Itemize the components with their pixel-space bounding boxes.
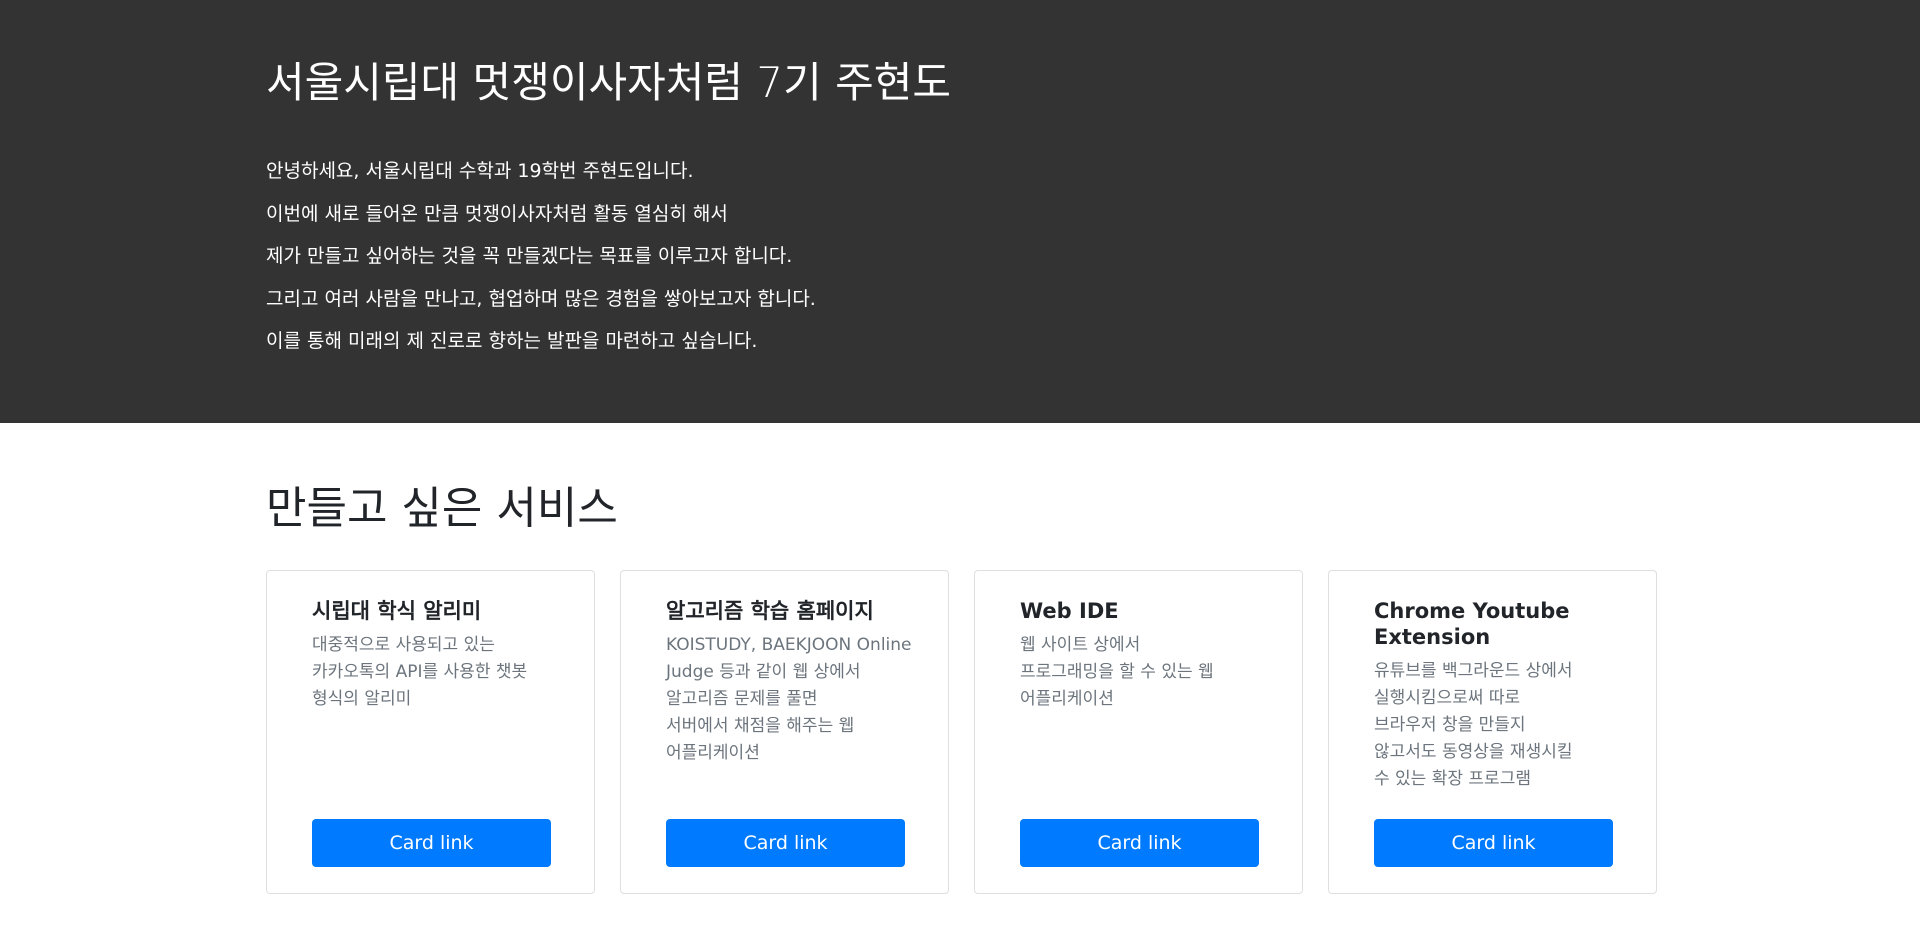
card-text-line: 어플리케이션	[666, 743, 760, 763]
service-card-algorithm: 알고리즘 학습 홈페이지 KOISTUDY, BAEKJOON Online J…	[620, 570, 949, 894]
hero-intro-line: 그리고 여러 사람을 만나고, 협업하며 많은 경험을 쌓아보고자 합니다.	[266, 287, 816, 310]
hero-intro-line: 이를 통해 미래의 제 진로로 향하는 발판을 마련하고 싶습니다.	[266, 330, 758, 352]
card-text-line: 수 있는 확장 프로그램	[1374, 769, 1531, 789]
service-card-list: 시립대 학식 알리미 대중적으로 사용되고 있는 카카오톡의 API를 사용한 …	[266, 570, 1657, 894]
card-title: Chrome Youtube Extension	[1374, 599, 1570, 649]
card-text-line: 웹 사이트 상에서	[1020, 635, 1141, 655]
service-card-hakshik: 시립대 학식 알리미 대중적으로 사용되고 있는 카카오톡의 API를 사용한 …	[266, 570, 595, 894]
card-text-line: 형식의 알리미	[312, 689, 412, 709]
card-text-line: 어플리케이션	[1020, 689, 1114, 709]
card-title: Web IDE	[1020, 599, 1119, 623]
card-body: 알고리즘 학습 홈페이지 KOISTUDY, BAEKJOON Online J…	[666, 598, 912, 767]
services-section-title: 만들고 싶은 서비스	[266, 483, 618, 534]
service-card-youtube-extension: Chrome Youtube Extension 유튜브를 백그라운드 상에서 …	[1328, 570, 1657, 894]
card-body: Web IDE 웹 사이트 상에서 프로그래밍을 할 수 있는 웹 어플리케이션	[1020, 598, 1265, 713]
card-text-line: 유튜브를 백그라운드 상에서	[1374, 661, 1573, 681]
card-text-line: KOISTUDY, BAEKJOON Online	[666, 635, 912, 655]
hero-intro-line: 제가 만들고 싶어하는 것을 꼭 만들겠다는 목표를 이루고자 합니다.	[266, 245, 793, 267]
card-link-button[interactable]: Card link	[1020, 819, 1259, 867]
hero-title: 서울시립대 멋쟁이사자처럼 7기 주현도	[266, 58, 952, 107]
hero-intro-line: 안녕하세요, 서울시립대 수학과 19학번 주현도입니다.	[266, 160, 694, 182]
card-text-line: 대중적으로 사용되고 있는	[312, 635, 495, 655]
card-link-button[interactable]: Card link	[666, 819, 905, 867]
hero-jumbotron: 서울시립대 멋쟁이사자처럼 7기 주현도 안녕하세요, 서울시립대 수학과 19…	[0, 0, 1920, 423]
card-text-line: 프로그래밍을 할 수 있는 웹	[1020, 662, 1214, 682]
card-title: 알고리즘 학습 홈페이지	[666, 599, 874, 623]
service-card-web-ide: Web IDE 웹 사이트 상에서 프로그래밍을 할 수 있는 웹 어플리케이션…	[974, 570, 1303, 894]
card-text-line: 카카오톡의 API를 사용한 챗봇	[312, 662, 528, 682]
card-link-button[interactable]: Card link	[312, 819, 551, 867]
card-body: Chrome Youtube Extension 유튜브를 백그라운드 상에서 …	[1374, 598, 1619, 793]
card-body: 시립대 학식 알리미 대중적으로 사용되고 있는 카카오톡의 API를 사용한 …	[312, 598, 557, 713]
card-text-line: 알고리즘 문제를 풀면	[666, 689, 818, 709]
card-text-line: 않고서도 동영상을 재생시킬	[1374, 742, 1573, 762]
card-link-button[interactable]: Card link	[1374, 819, 1613, 867]
card-text-line: Judge 등과 같이 웹 상에서	[666, 662, 861, 682]
card-title: 시립대 학식 알리미	[312, 599, 482, 623]
hero-intro-line: 이번에 새로 들어온 만큼 멋쟁이사자처럼 활동 열심히 해서	[266, 202, 728, 225]
card-text-line: 브라우저 창을 만들지	[1374, 715, 1526, 735]
card-text-line: 실행시킴으로써 따로	[1374, 688, 1521, 708]
hero-intro: 안녕하세요, 서울시립대 수학과 19학번 주현도입니다. 이번에 새로 들어온…	[266, 150, 816, 363]
card-text-line: 서버에서 채점을 해주는 웹	[666, 716, 855, 736]
